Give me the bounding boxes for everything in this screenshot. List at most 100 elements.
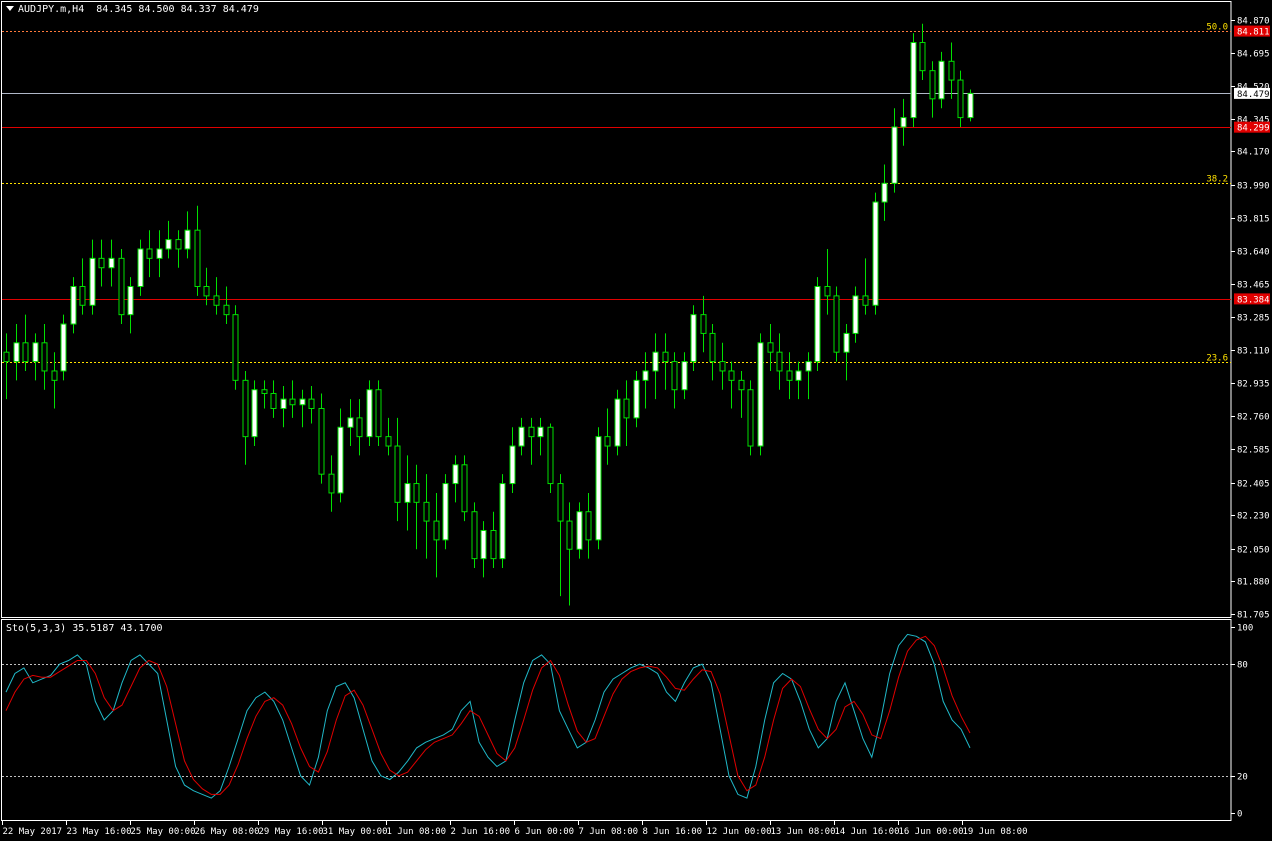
bull-candle-body [967,92,974,119]
bear-candle-body [490,529,497,560]
candle [433,492,440,578]
candle [881,164,888,221]
time-tick-label: 8 Jun 16:00 [643,827,703,837]
price-tick-label: 82.230 [1237,512,1270,522]
bull-candle-body [184,229,191,250]
candle [423,474,430,559]
candle [223,286,230,325]
bull-candle-body [595,436,602,541]
bull-candle-body [938,60,945,100]
price-tick-label: 83.990 [1237,182,1270,192]
chart-title[interactable]: AUDJPY.m,H4 84.345 84.500 84.337 84.479 [6,4,259,15]
candle [585,492,592,559]
candle [938,51,945,109]
candle [356,399,363,456]
candle [929,61,936,118]
time-tick-label: 19 Jun 08:00 [963,827,1028,837]
oscillator-panel-border [1,619,1232,821]
candle [537,417,544,456]
bull-candle-body [452,464,459,485]
candle [261,380,268,409]
bear-candle-body [318,407,325,475]
candle [719,342,726,390]
candle [652,333,659,400]
time-axis: 22 May 2017 23 May 16:0025 May 00:0026 Ma… [2,821,1028,837]
bear-candle-body [461,464,468,513]
bull-candle-body [795,370,802,381]
candle [528,417,535,465]
candle [910,33,917,127]
fib-level-label: 50.0 [1206,23,1228,33]
bull-candle-body [499,483,506,560]
bear-candle-body [194,229,201,288]
bull-candle-body [642,370,649,381]
price-tick-label: 81.705 [1237,611,1270,621]
bull-candle-body [337,426,344,494]
bear-candle-body [547,426,554,485]
candle [891,108,898,193]
candle [175,230,182,268]
bear-candle-body [671,361,678,391]
candle [51,352,58,409]
oscillator-title: Sto(5,3,3) 35.5187 43.1700 [6,623,163,634]
candle [566,502,573,606]
candle [404,455,411,531]
bear-candle-body [41,342,48,372]
candle [165,220,172,259]
price-levels: 50.0 38.2 23.6 [2,23,1231,364]
candle [299,389,306,428]
candle [232,305,239,390]
candle [767,324,774,371]
candle [41,324,48,390]
collapse-arrow-icon[interactable] [6,6,14,11]
bear-candle-body [232,314,239,381]
bear-candle-body [767,342,774,353]
bid-price-label: 84.479 [1237,90,1270,100]
candle [328,455,335,512]
time-tick-label: 22 May 2017 [3,827,63,837]
bull-candle-body [480,529,487,560]
price-tick-label: 83.465 [1237,281,1270,291]
bear-candle-body [328,473,335,494]
bear-candle-body [261,389,268,394]
bear-candle-body [385,436,392,447]
candle [604,408,611,465]
candle [509,427,516,493]
bear-candle-body [833,295,840,353]
time-tick-label: 6 Jun 00:00 [515,827,575,837]
candle [795,361,802,400]
bear-candle-body [738,379,745,391]
candle [833,286,840,362]
candle [642,352,649,409]
price-tick-label: 82.585 [1237,446,1270,456]
candle [757,333,764,456]
bull-candle-body [576,511,583,550]
chart-canvas[interactable]: 50.038.223.6 84.87084.69584.52084.34584.… [0,0,1272,841]
time-tick-label: 29 May 16:00 [259,827,324,837]
candle [824,248,831,315]
bull-candle-body [652,351,659,372]
candle [70,277,77,334]
bull-candle-body [633,379,640,419]
candle [662,333,669,390]
chart-window[interactable]: 50.0 38.2 23.6 84.870 84.695 84.520 84.345 84.… [0,0,1272,841]
time-tick-label: 12 Jun 00:00 [707,827,772,837]
bear-candle-body [203,286,210,297]
candle [681,352,688,400]
bull-candle-body [518,426,525,447]
bear-candle-body [662,351,669,363]
bear-candle-body [175,239,182,250]
bull-candle-body [32,342,39,363]
bull-candle-body [108,257,115,269]
bear-candle-body [776,351,783,372]
bull-candle-body [900,117,907,128]
price-tick-label: 83.110 [1237,347,1270,357]
bear-candle-body [433,520,440,541]
level-price-label: 84.811 [1237,28,1270,38]
bear-candle-body [394,445,401,503]
candle [967,89,974,122]
candle [337,408,344,503]
candle [394,417,401,522]
candle [251,380,258,447]
candle [270,380,277,418]
